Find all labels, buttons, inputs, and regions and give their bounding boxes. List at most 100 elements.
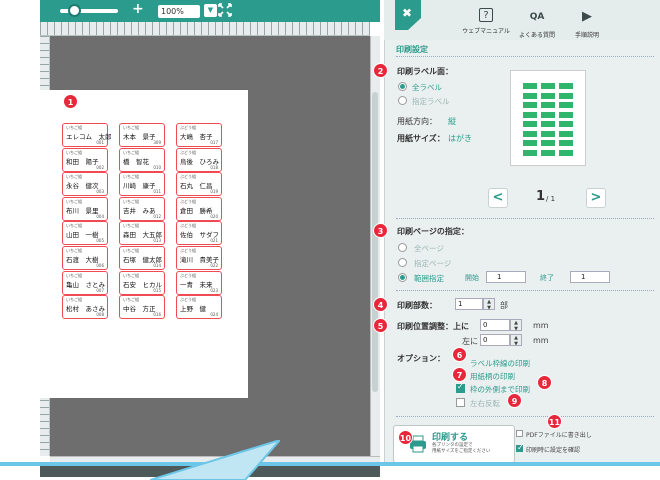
preview-label-cell [523,121,537,127]
pdf-checkbox[interactable] [516,430,523,437]
label-name: 布川 景里 [66,206,99,215]
fit-to-window-icon[interactable] [218,3,232,17]
label-cell[interactable]: ぶどう組 烏後 ひろみ 018 [176,147,222,172]
label-code: 004 [96,213,104,219]
preview-label-cell [541,121,555,127]
option-frame-label[interactable]: ラベル枠線の印刷 [470,358,530,369]
radio-selected-labels[interactable] [398,96,407,105]
radio-all-pages[interactable] [398,243,407,252]
label-name: 倉田 勝希 [180,206,213,215]
range-end-input[interactable]: 1 [570,271,610,283]
prev-page-button[interactable]: < [488,188,508,208]
option-outside-checkbox[interactable] [456,382,465,393]
preview-label-cell [541,149,555,156]
label-cell[interactable]: いちご組 木本 景子 309 [119,123,165,147]
marker-6: 6 [452,347,467,362]
label-cell[interactable]: いちご組 亀山 さとみ 007 [62,270,108,295]
label-cell[interactable]: いちご組 石塚 健太郎 014 [119,246,165,270]
preview-label-cell [541,140,555,146]
preview-label-cell [523,130,537,137]
label-cell[interactable]: いちご組 布川 景里 004 [62,196,108,221]
app-window: { "toolbar":{"zoom_plus":"+","zoom_value… [0,0,660,480]
label-cell[interactable]: ぶどう組 大嶋 杏子 017 [176,123,222,147]
label-cell[interactable]: いちご組 石安 ヒカル 015 [119,270,165,295]
label-name: 石渡 大樹 [66,256,99,264]
copies-stepper[interactable]: ▲ ▼ [483,298,495,311]
next-page-button[interactable]: > [586,188,606,208]
label-cell[interactable]: いちご組 エレコム 太郎 001 [62,123,112,147]
zoom-in-button[interactable]: + [132,1,144,17]
option-mirror-checkbox[interactable] [456,398,465,407]
options-label: オプション： [397,354,445,363]
zoom-dropdown-button[interactable]: ▼ [204,4,217,17]
marker-9: 9 [507,393,522,408]
zoom-slider-thumb[interactable] [68,4,81,17]
label-code: 309 [153,140,161,145]
label-code: 008 [96,312,104,318]
preview-label-cell [559,140,573,146]
preview-label-cell [541,102,555,108]
label-cell[interactable]: いちご組 石渡 大樹 006 [62,246,108,270]
confirm-checkbox[interactable] [516,443,524,452]
radio-selected-pages-label[interactable]: 指定ページ [414,258,451,269]
label-cell[interactable]: いちご組 川崎 康子 011 [119,172,165,197]
range-end-label: 終了 [540,274,554,282]
label-cell[interactable]: ぶどう組 上野 健 024 [176,295,222,320]
radio-selected-pages[interactable] [398,258,407,267]
label-cell[interactable]: いちご組 永谷 健次 003 [62,172,108,197]
option-outside-label[interactable]: 枠の外側まで印刷 [470,384,530,395]
label-name: 永谷 健次 [66,182,99,191]
offset-top-stepper[interactable]: ▲ ▼ [510,319,522,332]
orientation-label: 用紙方向： [397,117,437,126]
radio-page-range[interactable] [398,273,407,282]
radio-selected-labels-label[interactable]: 指定ラベル [412,96,450,107]
label-cell[interactable]: いちご組 森田 大五郎 013 [119,221,165,246]
label-cell[interactable]: ぶどう組 佐伯 サダフ 021 [176,221,222,246]
horizontal-ruler [40,22,370,36]
label-name: エレコム 太郎 [66,133,112,141]
copies-input[interactable]: 1 [455,298,483,310]
marker-3: 3 [373,223,388,238]
callout-bar [0,462,660,466]
range-start-input[interactable]: 1 [486,271,526,283]
radio-all-labels-label[interactable]: 全ラベル [412,82,442,93]
radio-all-pages-label[interactable]: 全ページ [414,243,444,254]
label-cell[interactable]: いちご組橋 智花 010 [119,147,165,172]
label-cell[interactable]: いちご組 松村 あさみ 008 [62,295,108,320]
radio-all-labels[interactable] [398,82,407,91]
preview-label-cell [559,130,573,137]
preview-label-cell [541,111,555,118]
label-code: 021 [210,238,218,244]
preview-label-cell [541,83,555,89]
label-cell[interactable]: いちご組 吉井 みあ 012 [119,196,165,221]
pdf-export-label[interactable]: PDFファイルに書き出し [526,430,592,439]
preview-label-cell [523,149,537,156]
label-code: 020 [210,213,218,219]
label-cell[interactable]: ぶどう組 石丸 仁昌 019 [176,172,222,197]
radio-page-range-label[interactable]: 範囲指定 [414,273,444,284]
label-cell[interactable]: いちご組 和田 陽子 002 [62,147,108,172]
divider [396,416,654,417]
label-cell[interactable]: ぶどう組 一青 未来 023 [176,270,222,295]
total-pages: / 1 [546,195,556,203]
label-cell[interactable]: ぶどう組 倉田 勝希 020 [176,196,222,221]
preview-label-cell [559,92,573,99]
marker-4: 4 [373,297,388,312]
offset-left-input[interactable]: 0 [480,334,510,346]
offset-left-stepper[interactable]: ▲ ▼ [510,334,522,347]
offset-top-input[interactable]: 0 [480,319,510,331]
label-cell[interactable]: ぶどう組 滝川 貴美子 022 [176,246,222,270]
option-mirror-label[interactable]: 左右反転 [470,398,500,409]
confirm-label[interactable]: 印刷時に設定を確認 [526,445,580,454]
copies-unit: 部 [500,301,508,310]
preview-label-cell [559,149,573,156]
label-cell[interactable]: いちご組 山田 一樹 005 [62,221,108,246]
label-code: 017 [210,140,218,145]
vertical-scroll-thumb[interactable] [372,92,378,392]
print-button[interactable]: 印刷する 各プリンタの設定で 用紙サイズをご指定ください [393,425,515,463]
label-name: 大嶋 杏子 [180,133,213,141]
zoom-level-field[interactable]: 100% [158,5,200,18]
option-pattern-label[interactable]: 用紙柄の印刷 [470,371,515,382]
procedure-guide-button[interactable]: ▶ 手順説明 [557,8,617,39]
label-cell[interactable]: いちご組 中谷 方正 016 [119,295,165,320]
